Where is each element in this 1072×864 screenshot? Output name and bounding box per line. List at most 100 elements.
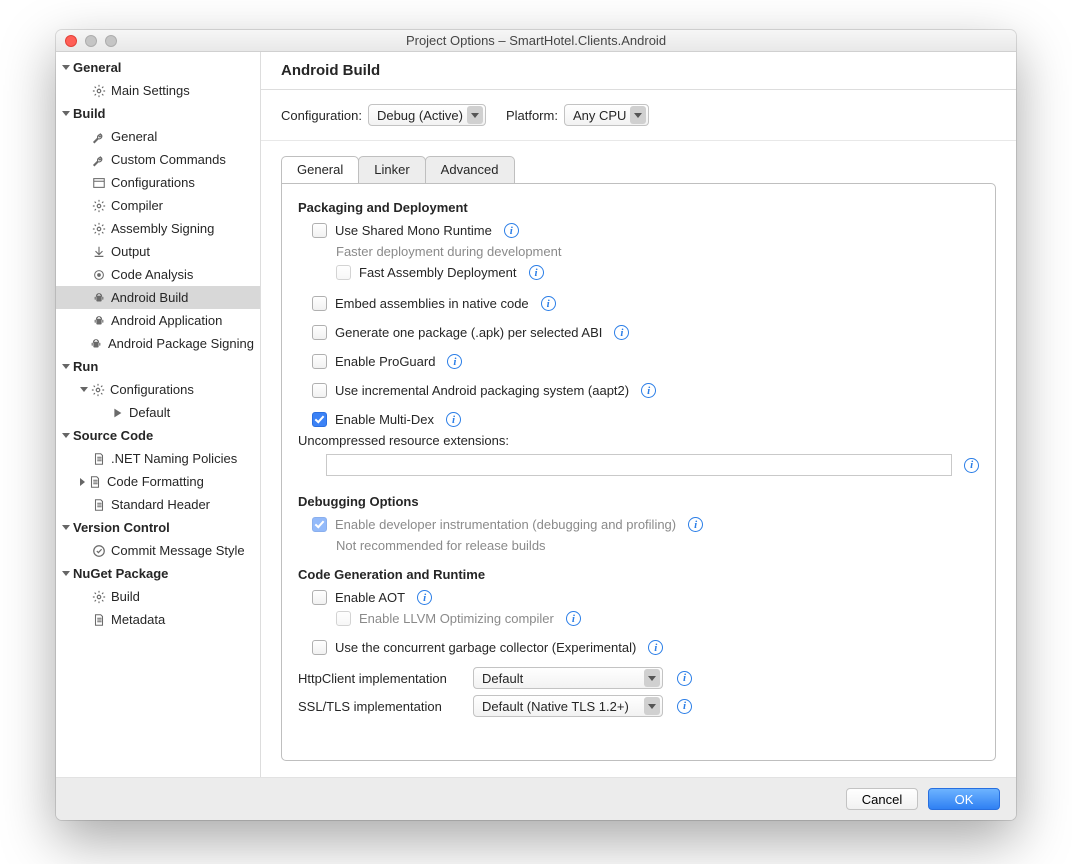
info-icon[interactable]: i [677, 699, 692, 714]
cancel-button[interactable]: Cancel [846, 788, 918, 810]
configuration-select[interactable]: Debug (Active) [368, 104, 486, 126]
info-icon[interactable]: i [446, 412, 461, 427]
label-use-shared: Use Shared Mono Runtime [335, 223, 492, 238]
checkbox-per-abi[interactable] [312, 325, 327, 340]
info-icon[interactable]: i [541, 296, 556, 311]
close-window-button[interactable] [65, 35, 77, 47]
tab-advanced[interactable]: Advanced [425, 156, 515, 183]
input-uncompressed[interactable] [326, 454, 952, 476]
label-ssltls: SSL/TLS implementation [298, 699, 463, 714]
wrench-icon [92, 130, 106, 144]
info-icon[interactable]: i [566, 611, 581, 626]
sidebar-item-configurations[interactable]: Configurations [56, 171, 260, 194]
info-icon[interactable]: i [964, 458, 979, 473]
row-use-shared: Use Shared Mono Runtime i [312, 223, 979, 238]
disclosure-down-icon[interactable] [62, 525, 70, 530]
checkbox-aot[interactable] [312, 590, 327, 605]
row-ssltls: SSL/TLS implementation Default (Native T… [298, 695, 979, 717]
ok-button[interactable]: OK [928, 788, 1000, 810]
disclosure-down-icon[interactable] [80, 387, 88, 392]
select-ssltls[interactable]: Default (Native TLS 1.2+) [473, 695, 663, 717]
label-embed: Embed assemblies in native code [335, 296, 529, 311]
sidebar-item-label: Output [111, 244, 150, 259]
hint-use-shared: Faster deployment during development [336, 244, 979, 259]
android-icon [89, 337, 103, 351]
select-httpclient[interactable]: Default [473, 667, 663, 689]
info-icon[interactable]: i [447, 354, 462, 369]
window-title: Project Options – SmartHotel.Clients.And… [56, 33, 1016, 48]
sidebar-item-label: .NET Naming Policies [111, 451, 237, 466]
config-icon [92, 176, 106, 190]
sidebar[interactable]: GeneralMain SettingsBuildGeneralCustom C… [56, 52, 261, 777]
tab-linker[interactable]: Linker [358, 156, 425, 183]
sidebar-item-build[interactable]: Build [56, 585, 260, 608]
sidebar-item-code-analysis[interactable]: Code Analysis [56, 263, 260, 286]
info-icon[interactable]: i [677, 671, 692, 686]
disclosure-down-icon[interactable] [62, 65, 70, 70]
target-icon [92, 268, 106, 282]
sidebar-item-version-control[interactable]: Version Control [56, 516, 260, 539]
checkbox-gc[interactable] [312, 640, 327, 655]
sidebar-item-default[interactable]: Default [56, 401, 260, 424]
sidebar-item-standard-header[interactable]: Standard Header [56, 493, 260, 516]
info-icon[interactable]: i [417, 590, 432, 605]
sidebar-item-code-formatting[interactable]: Code Formatting [56, 470, 260, 493]
section-packaging: Packaging and Deployment [298, 200, 979, 215]
disclosure-down-icon[interactable] [62, 364, 70, 369]
checkbox-aapt2[interactable] [312, 383, 327, 398]
sidebar-item-commit-message-style[interactable]: Commit Message Style [56, 539, 260, 562]
sidebar-item-metadata[interactable]: Metadata [56, 608, 260, 631]
info-icon[interactable]: i [504, 223, 519, 238]
row-embed: Embed assemblies in native code i [312, 296, 979, 311]
sidebar-item-source-code[interactable]: Source Code [56, 424, 260, 447]
label-aot: Enable AOT [335, 590, 405, 605]
tab-general[interactable]: General [281, 156, 359, 183]
info-icon[interactable]: i [641, 383, 656, 398]
disclosure-right-icon[interactable] [80, 478, 85, 486]
row-devinst: Enable developer instrumentation (debugg… [312, 517, 979, 532]
sidebar-item-label: NuGet Package [73, 566, 168, 581]
sidebar-item-label: Metadata [111, 612, 165, 627]
sidebar-item-general[interactable]: General [56, 56, 260, 79]
label-httpclient: HttpClient implementation [298, 671, 463, 686]
disclosure-down-icon[interactable] [62, 571, 70, 576]
sidebar-item-general[interactable]: General [56, 125, 260, 148]
row-proguard: Enable ProGuard i [312, 354, 979, 369]
sidebar-item-label: Android Application [111, 313, 222, 328]
checkbox-embed[interactable] [312, 296, 327, 311]
row-per-abi: Generate one package (.apk) per selected… [312, 325, 979, 340]
checkbox-use-shared[interactable] [312, 223, 327, 238]
platform-select[interactable]: Any CPU [564, 104, 649, 126]
info-icon[interactable]: i [648, 640, 663, 655]
sidebar-item-custom-commands[interactable]: Custom Commands [56, 148, 260, 171]
sidebar-item-compiler[interactable]: Compiler [56, 194, 260, 217]
sidebar-item-configurations[interactable]: Configurations [56, 378, 260, 401]
checkbox-multidex[interactable] [312, 412, 327, 427]
minimize-window-button[interactable] [85, 35, 97, 47]
sidebar-item-build[interactable]: Build [56, 102, 260, 125]
checkbox-proguard[interactable] [312, 354, 327, 369]
chevron-down-icon [467, 106, 483, 124]
info-icon[interactable]: i [614, 325, 629, 340]
tab-container: GeneralLinkerAdvanced Packaging and Depl… [261, 141, 1016, 777]
doc-icon [92, 452, 106, 466]
info-icon[interactable]: i [688, 517, 703, 532]
sidebar-item-label: Assembly Signing [111, 221, 214, 236]
info-icon[interactable]: i [529, 265, 544, 280]
page-title: Android Build [261, 52, 1016, 90]
label-fast-asm: Fast Assembly Deployment [359, 265, 517, 280]
sidebar-item--net-naming-policies[interactable]: .NET Naming Policies [56, 447, 260, 470]
sidebar-item-nuget-package[interactable]: NuGet Package [56, 562, 260, 585]
sidebar-item-label: Configurations [110, 382, 194, 397]
sidebar-item-assembly-signing[interactable]: Assembly Signing [56, 217, 260, 240]
disclosure-down-icon[interactable] [62, 111, 70, 116]
sidebar-item-main-settings[interactable]: Main Settings [56, 79, 260, 102]
sidebar-item-android-package-signing[interactable]: Android Package Signing [56, 332, 260, 355]
disclosure-down-icon[interactable] [62, 433, 70, 438]
sidebar-item-output[interactable]: Output [56, 240, 260, 263]
row-gc: Use the concurrent garbage collector (Ex… [312, 640, 979, 655]
sidebar-item-run[interactable]: Run [56, 355, 260, 378]
zoom-window-button[interactable] [105, 35, 117, 47]
sidebar-item-android-build[interactable]: Android Build [56, 286, 260, 309]
sidebar-item-android-application[interactable]: Android Application [56, 309, 260, 332]
